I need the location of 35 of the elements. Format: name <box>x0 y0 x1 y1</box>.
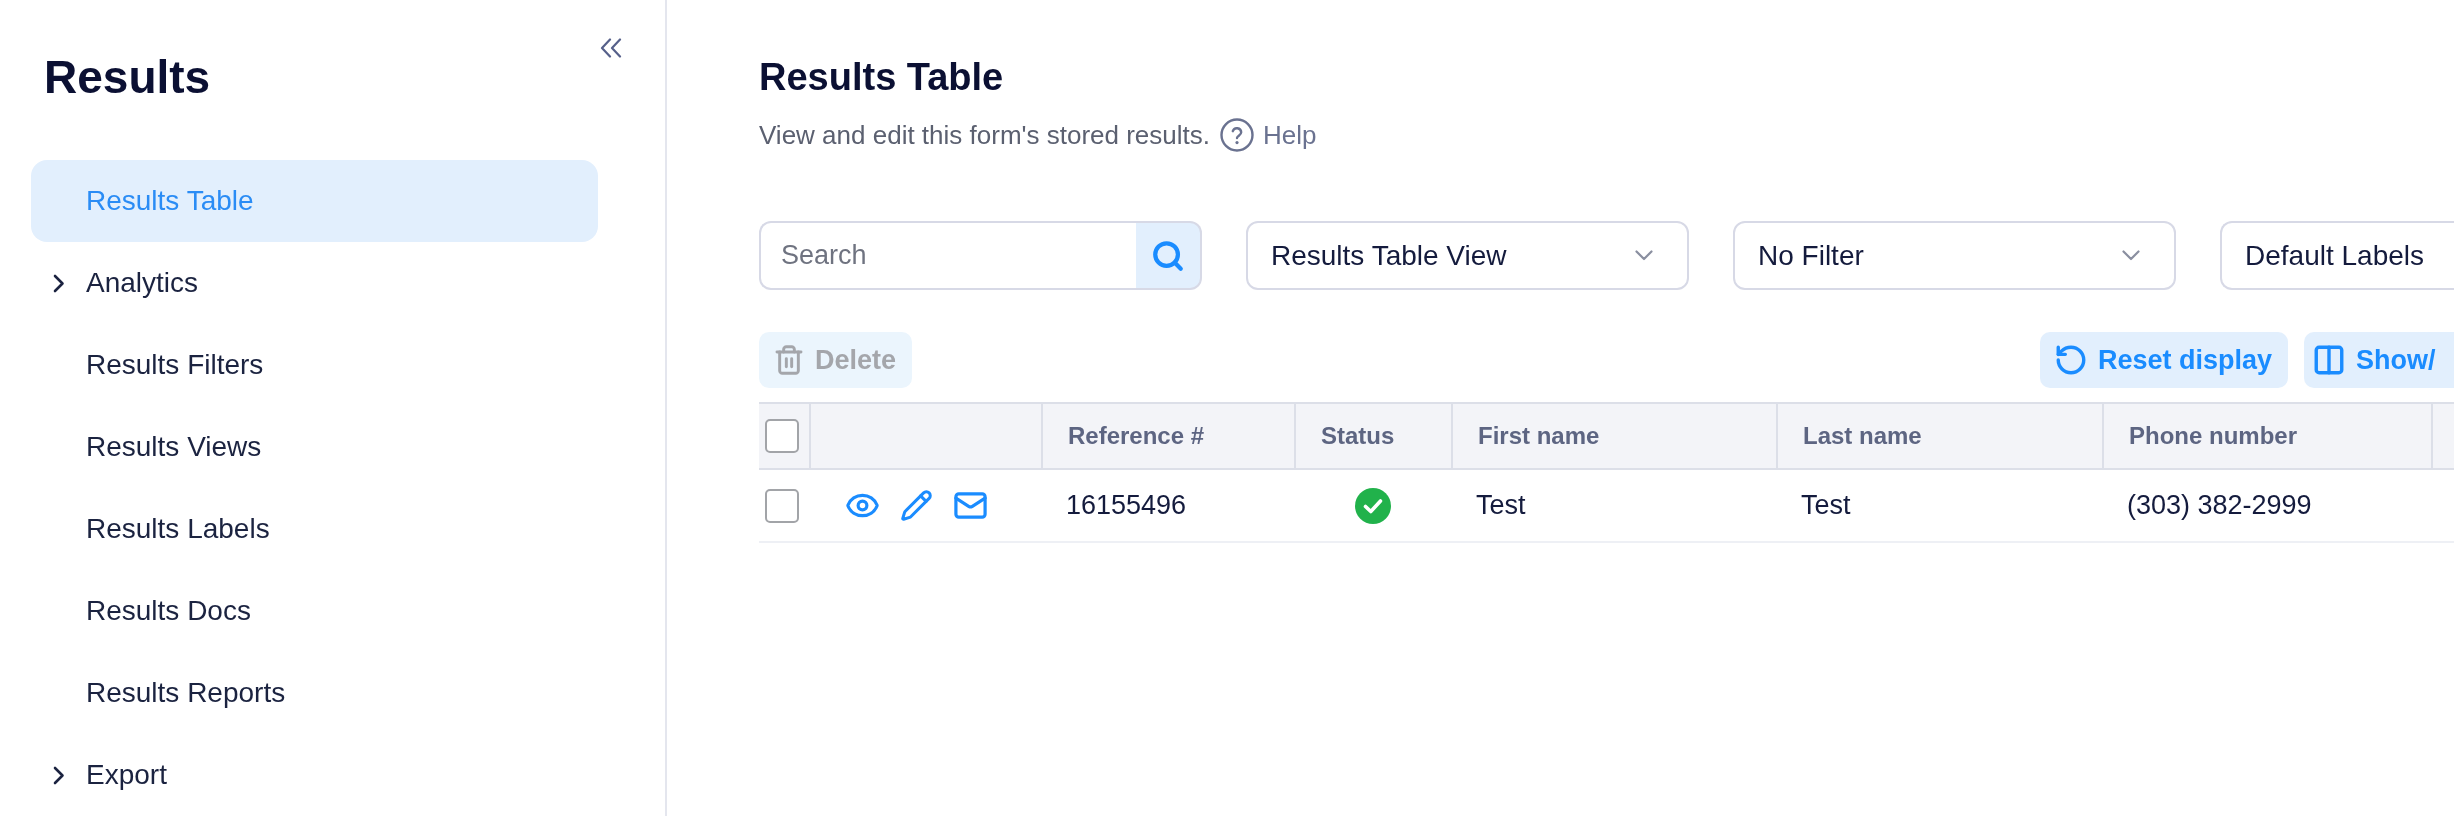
table-cell: Test <box>1801 490 1851 521</box>
select-dropdown[interactable]: No Filter <box>1733 221 2176 290</box>
column-header[interactable]: Phone number <box>2129 422 2297 450</box>
sidebar-item[interactable]: Results Reports <box>31 652 598 734</box>
column-header[interactable]: Last name <box>1803 422 1922 450</box>
sidebar-item[interactable]: Export <box>31 734 598 816</box>
columns-icon <box>2312 343 2346 377</box>
trash-icon <box>773 344 805 376</box>
sidebar-item[interactable]: Results Docs <box>31 570 598 652</box>
sidebar-item[interactable]: Analytics <box>31 242 598 324</box>
column-header[interactable]: Status <box>1321 422 1395 450</box>
select-dropdown[interactable]: Default Labels <box>2220 221 2454 290</box>
select-all-checkbox[interactable] <box>765 419 799 453</box>
chevron-down-icon <box>1635 250 1653 261</box>
sidebar-item[interactable]: Results Labels <box>31 488 598 570</box>
sidebar-item[interactable]: Results Views <box>31 406 598 488</box>
chevron-right-icon <box>53 765 65 785</box>
help-link[interactable]: Help <box>1220 118 1317 152</box>
collapse-sidebar-button[interactable] <box>600 38 622 58</box>
edit-icon[interactable] <box>900 489 933 522</box>
help-icon <box>1220 118 1254 152</box>
page-title: Results Table <box>759 55 1005 100</box>
chevron-down-icon <box>2122 250 2140 261</box>
table-cell: 16155496 <box>1066 490 1187 521</box>
column-header[interactable]: First name <box>1478 422 1600 450</box>
sidebar-item[interactable]: Results Filters <box>31 324 598 406</box>
chevron-right-icon <box>53 273 65 293</box>
table-cell: Test <box>1476 490 1526 521</box>
select-dropdown[interactable]: Results Table View <box>1246 221 1689 290</box>
row-checkbox[interactable] <box>765 488 799 523</box>
double-chevron-left-icon <box>600 38 622 58</box>
page-description: View and edit this form's stored results. <box>759 119 1210 151</box>
table-cell: (303) 382-2999 <box>2127 490 2312 521</box>
column-header[interactable]: Reference # <box>1068 422 1205 450</box>
sidebar-title: Results <box>44 54 211 100</box>
